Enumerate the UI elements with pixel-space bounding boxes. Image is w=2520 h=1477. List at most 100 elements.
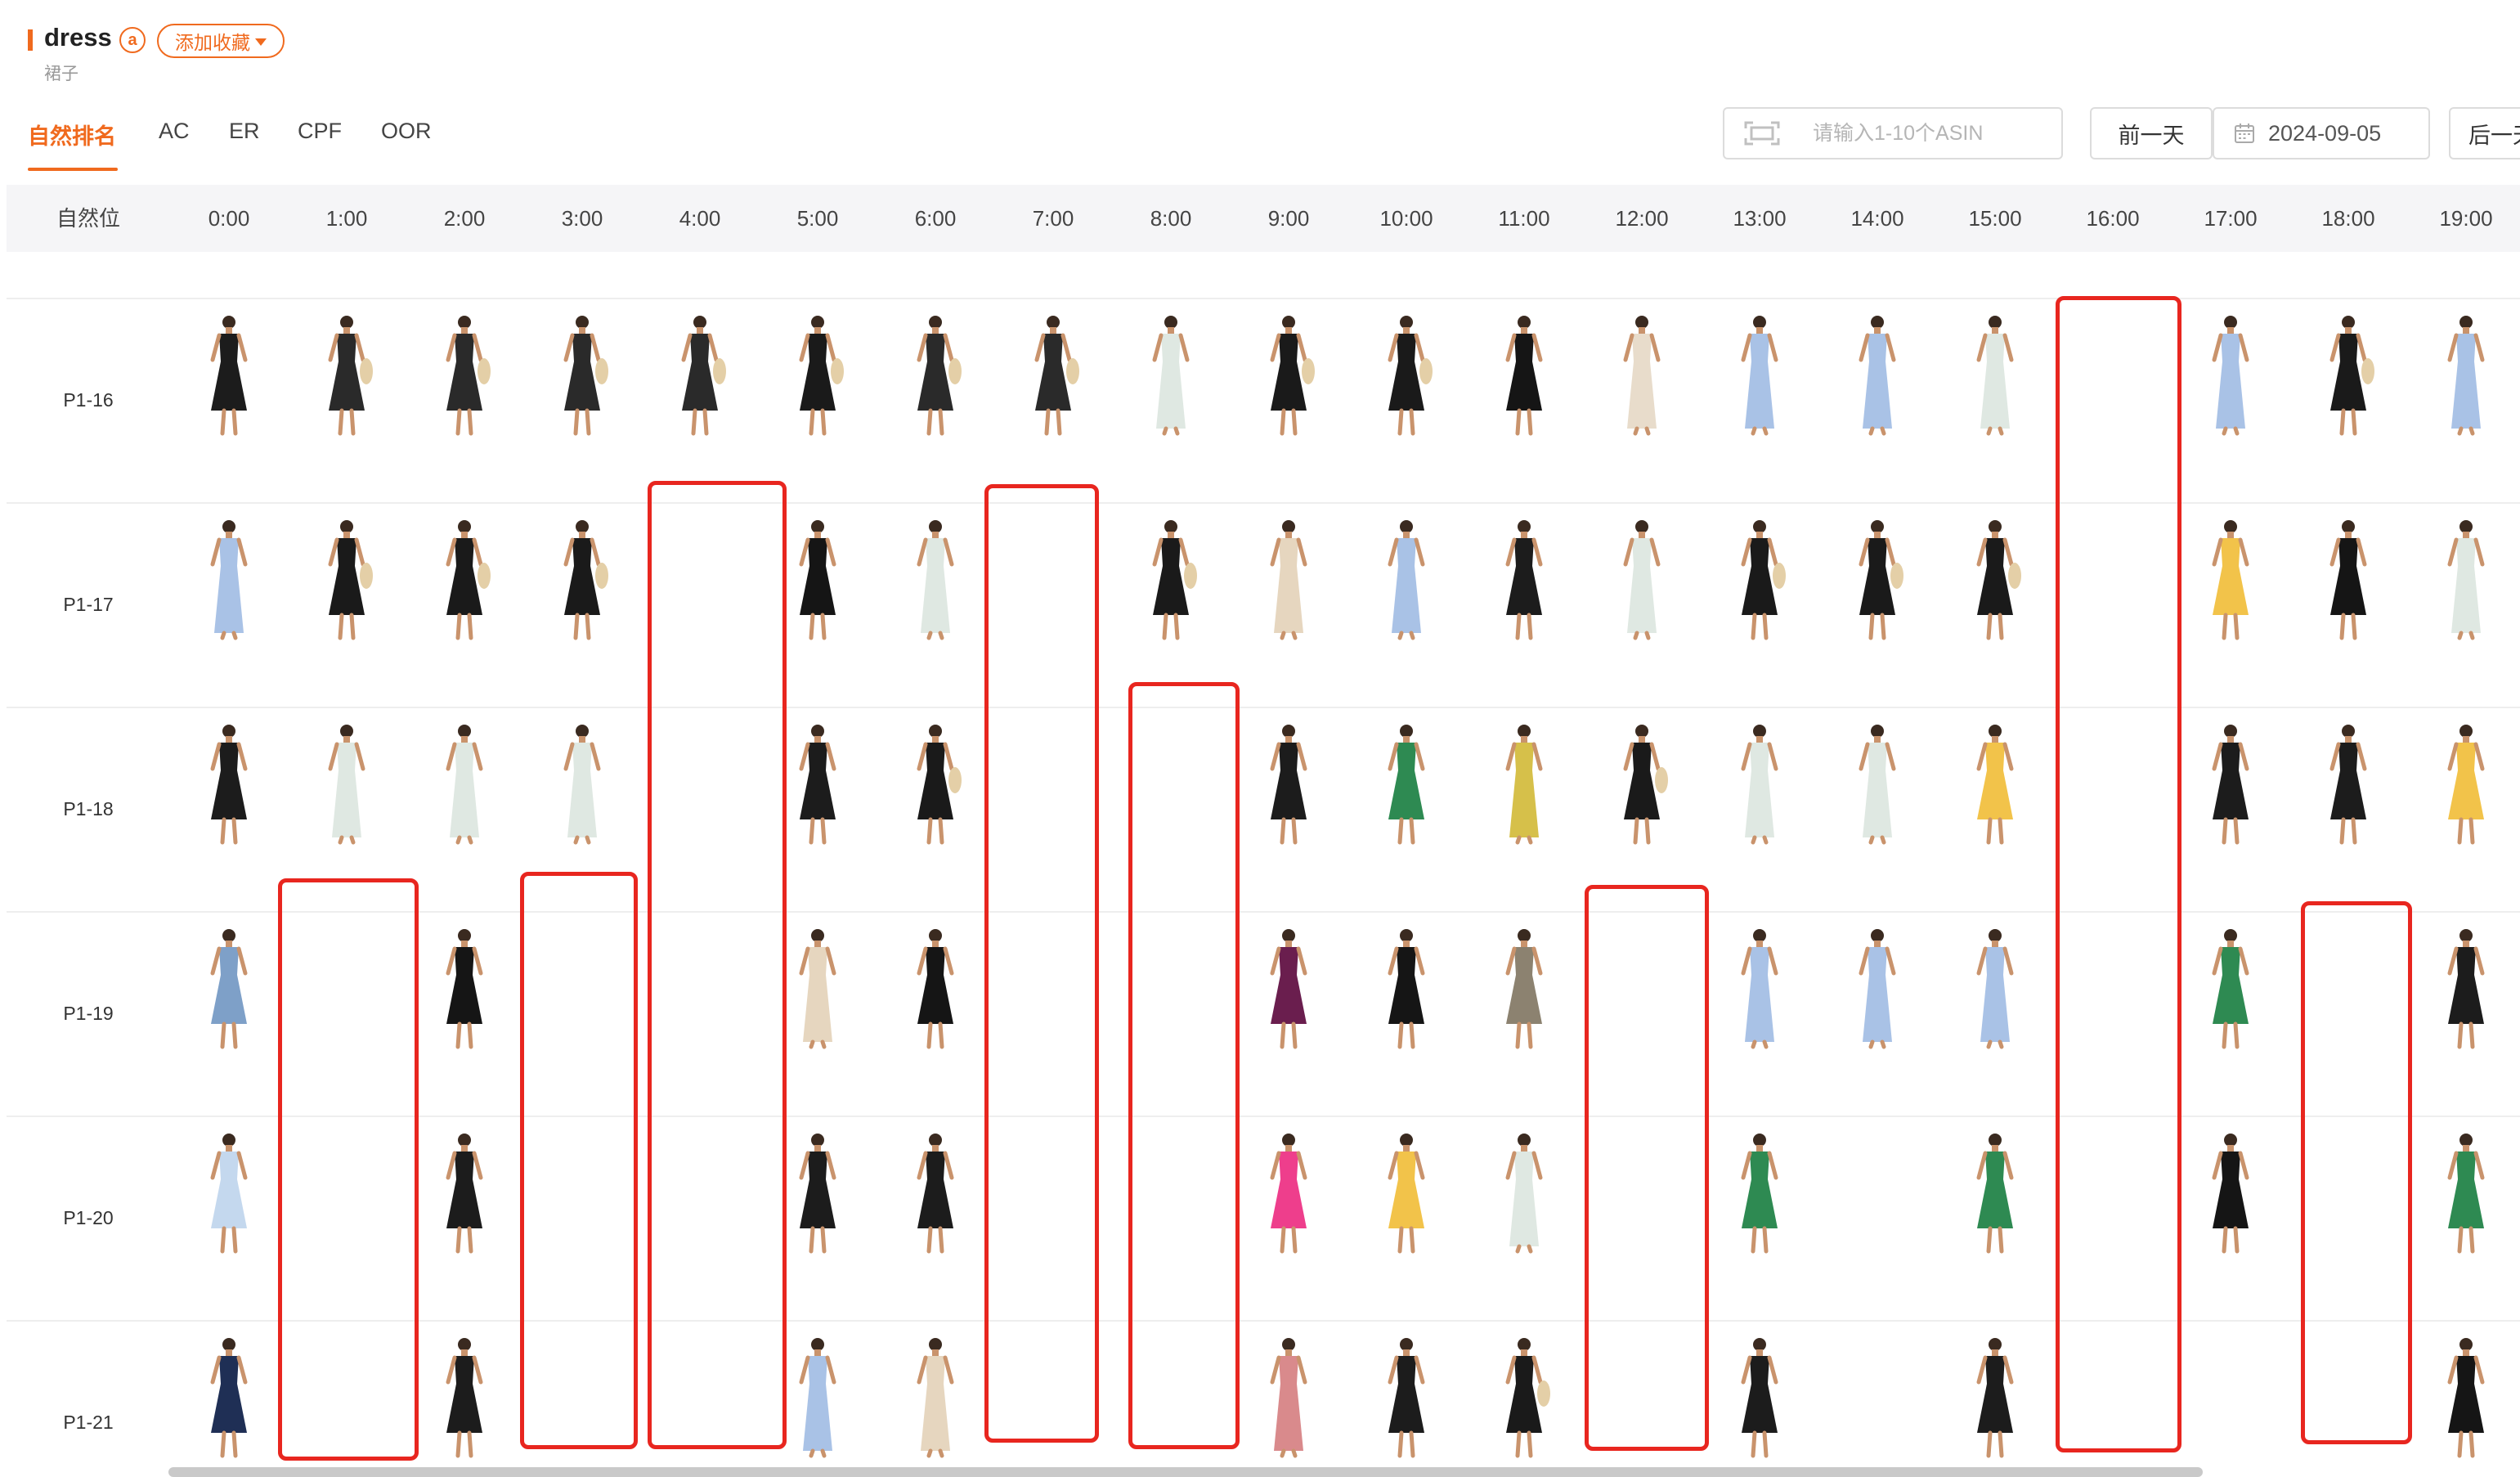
product-thumbnail[interactable] <box>1240 519 1338 641</box>
product-thumbnail[interactable] <box>533 314 631 437</box>
product-thumbnail[interactable] <box>180 1336 278 1459</box>
product-thumbnail[interactable] <box>886 1336 984 1459</box>
black-bag-dress-image <box>446 520 491 640</box>
tab-ac[interactable]: AC <box>159 119 190 144</box>
tab-er[interactable]: ER <box>229 119 260 144</box>
product-thumbnail[interactable] <box>1240 1132 1338 1255</box>
product-thumbnail[interactable] <box>415 1336 513 1459</box>
product-thumbnail[interactable] <box>1240 1336 1338 1459</box>
product-thumbnail[interactable] <box>298 519 396 641</box>
product-thumbnail[interactable] <box>1593 314 1691 437</box>
tab-organic-rank[interactable]: 自然排名 <box>28 119 116 150</box>
product-thumbnail[interactable] <box>415 723 513 846</box>
product-thumbnail[interactable] <box>415 927 513 1050</box>
product-thumbnail[interactable] <box>1946 1132 2044 1255</box>
black-ruffle-dress-image <box>446 1134 483 1254</box>
product-thumbnail[interactable] <box>2417 1336 2515 1459</box>
product-thumbnail[interactable] <box>651 314 749 437</box>
product-thumbnail[interactable] <box>298 314 396 437</box>
product-thumbnail[interactable] <box>1828 314 1926 437</box>
product-thumbnail[interactable] <box>886 519 984 641</box>
product-thumbnail[interactable] <box>1946 314 2044 437</box>
floral-halter-dress-image <box>2447 520 2485 640</box>
product-thumbnail[interactable] <box>415 519 513 641</box>
product-thumbnail[interactable] <box>1357 927 1455 1050</box>
keyword-title: dress <box>44 23 112 52</box>
asin-input[interactable] <box>1811 120 2060 146</box>
product-thumbnail[interactable] <box>1475 314 1573 437</box>
product-thumbnail[interactable] <box>1946 723 2044 846</box>
product-thumbnail[interactable] <box>1711 723 1809 846</box>
tab-oor[interactable]: OOR <box>381 119 432 144</box>
product-thumbnail[interactable] <box>1357 1336 1455 1459</box>
product-thumbnail[interactable] <box>886 723 984 846</box>
product-thumbnail[interactable] <box>1240 723 1338 846</box>
product-thumbnail[interactable] <box>1357 723 1455 846</box>
product-thumbnail[interactable] <box>180 314 278 437</box>
horizontal-scrollbar[interactable] <box>168 1467 2203 1477</box>
product-thumbnail[interactable] <box>1711 314 1809 437</box>
product-thumbnail[interactable] <box>2181 927 2280 1050</box>
product-thumbnail[interactable] <box>1946 927 2044 1050</box>
product-thumbnail[interactable] <box>180 723 278 846</box>
product-thumbnail[interactable] <box>533 519 631 641</box>
product-thumbnail[interactable] <box>1828 723 1926 846</box>
product-thumbnail[interactable] <box>1828 927 1926 1050</box>
product-thumbnail[interactable] <box>1475 1336 1573 1459</box>
product-thumbnail[interactable] <box>1475 1132 1573 1255</box>
product-thumbnail[interactable] <box>2417 723 2515 846</box>
product-thumbnail[interactable] <box>2417 1132 2515 1255</box>
product-thumbnail[interactable] <box>2417 314 2515 437</box>
product-thumbnail[interactable] <box>2181 519 2280 641</box>
product-thumbnail[interactable] <box>1122 314 1220 437</box>
next-day-button[interactable]: 后一天 <box>2449 107 2520 159</box>
product-thumbnail[interactable] <box>2299 723 2397 846</box>
product-thumbnail[interactable] <box>1357 1132 1455 1255</box>
product-thumbnail[interactable] <box>1711 927 1809 1050</box>
product-thumbnail[interactable] <box>1475 927 1573 1050</box>
product-thumbnail[interactable] <box>1946 1336 2044 1459</box>
tab-cpf[interactable]: CPF <box>298 119 342 144</box>
product-thumbnail[interactable] <box>1240 314 1338 437</box>
product-thumbnail[interactable] <box>533 723 631 846</box>
product-thumbnail[interactable] <box>1593 519 1691 641</box>
product-thumbnail[interactable] <box>886 314 984 437</box>
product-thumbnail[interactable] <box>2299 314 2397 437</box>
rank-tracker-page: dress a 添加收藏 裙子 自然排名 AC ER CPF OOR 前一天 2… <box>0 0 2520 1477</box>
product-thumbnail[interactable] <box>1004 314 1102 437</box>
product-thumbnail[interactable] <box>769 314 867 437</box>
product-thumbnail[interactable] <box>2181 314 2280 437</box>
product-thumbnail[interactable] <box>886 927 984 1050</box>
product-thumbnail[interactable] <box>1711 1132 1809 1255</box>
product-thumbnail[interactable] <box>1357 314 1455 437</box>
product-thumbnail[interactable] <box>2417 927 2515 1050</box>
hour-column-header: 5:00 <box>796 206 839 231</box>
product-thumbnail[interactable] <box>2417 519 2515 641</box>
product-thumbnail[interactable] <box>2181 1132 2280 1255</box>
product-thumbnail[interactable] <box>1828 519 1926 641</box>
product-thumbnail[interactable] <box>1711 519 1809 641</box>
product-thumbnail[interactable] <box>1357 519 1455 641</box>
product-thumbnail[interactable] <box>1593 723 1691 846</box>
product-thumbnail[interactable] <box>1122 519 1220 641</box>
product-thumbnail[interactable] <box>1946 519 2044 641</box>
black-ruffle-dress-image <box>2212 725 2249 845</box>
product-thumbnail[interactable] <box>1475 723 1573 846</box>
product-thumbnail[interactable] <box>415 314 513 437</box>
add-favorite-button[interactable]: 添加收藏 <box>157 24 285 58</box>
product-thumbnail[interactable] <box>2299 519 2397 641</box>
product-thumbnail[interactable] <box>415 1132 513 1255</box>
product-thumbnail[interactable] <box>1475 519 1573 641</box>
product-thumbnail[interactable] <box>298 723 396 846</box>
prev-day-button[interactable]: 前一天 <box>2090 107 2213 159</box>
product-thumbnail[interactable] <box>180 519 278 641</box>
asin-search-box[interactable] <box>1723 107 2063 159</box>
product-thumbnail[interactable] <box>180 927 278 1050</box>
date-picker[interactable]: 2024-09-05 <box>2213 107 2430 159</box>
product-thumbnail[interactable] <box>1240 927 1338 1050</box>
product-thumbnail[interactable] <box>1711 1336 1809 1459</box>
product-thumbnail[interactable] <box>886 1132 984 1255</box>
product-thumbnail[interactable] <box>2181 723 2280 846</box>
product-thumbnail[interactable] <box>180 1132 278 1255</box>
calendar-icon <box>2235 123 2254 143</box>
